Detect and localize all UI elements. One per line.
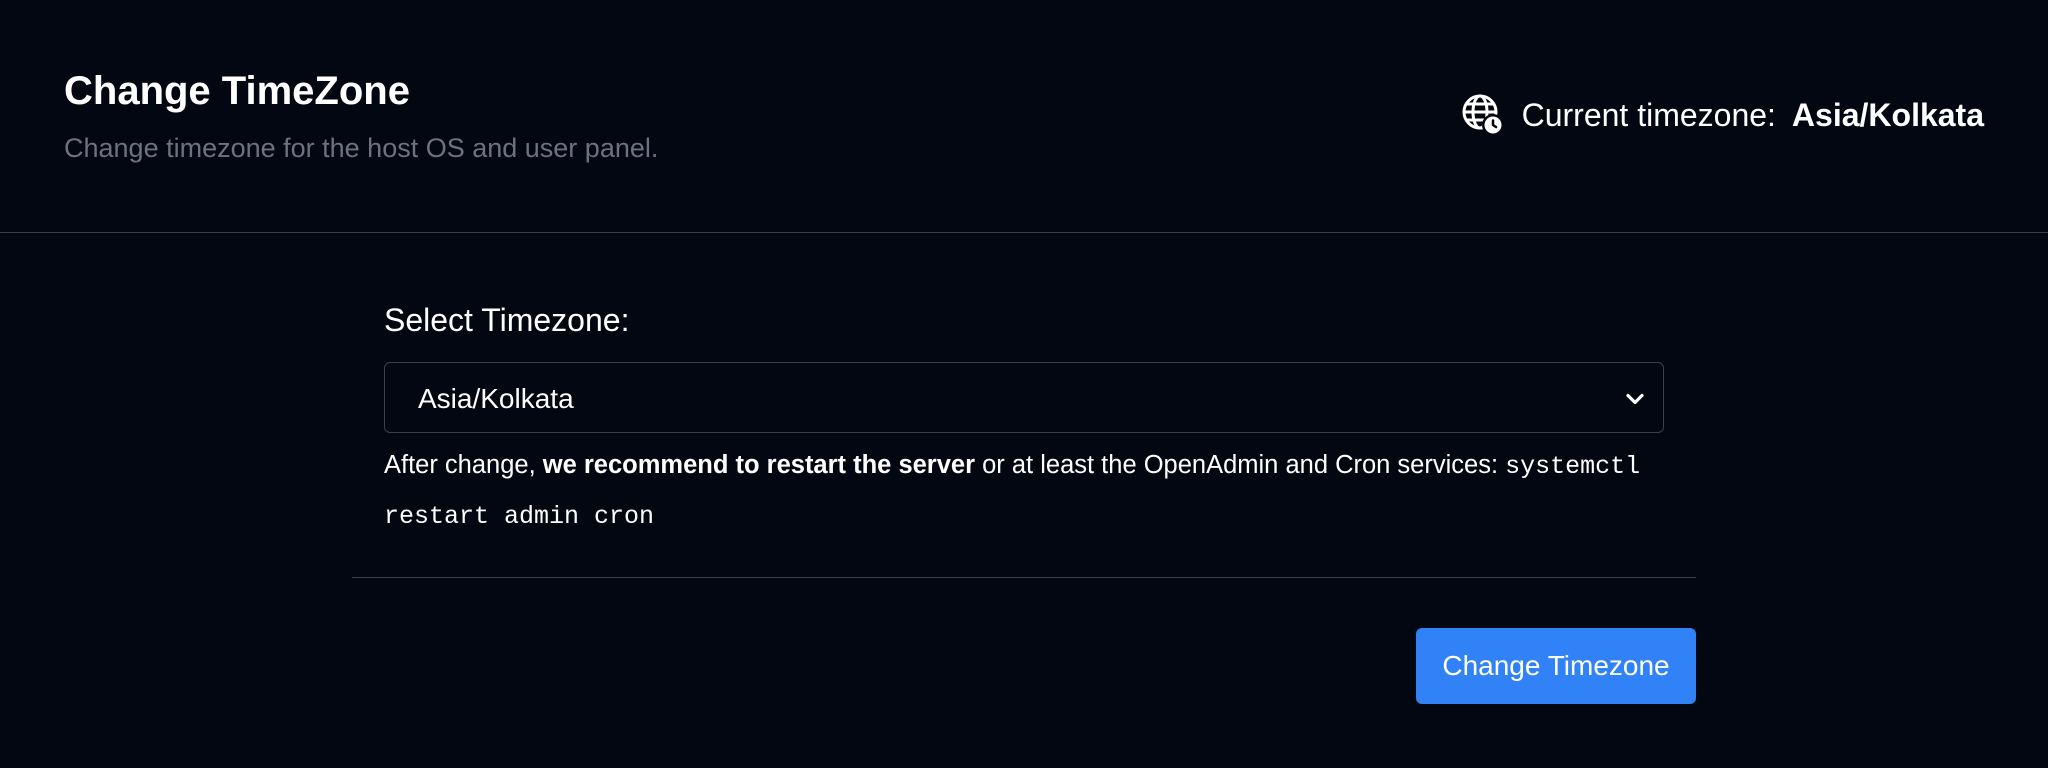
select-timezone-label: Select Timezone: — [384, 302, 630, 338]
timezone-form: Select Timezone: Asia/Kolkata After chan… — [352, 233, 1696, 768]
timezone-select[interactable]: Asia/Kolkata — [384, 362, 1664, 433]
page-title: Change TimeZone — [64, 69, 410, 113]
help-prefix: After change, — [384, 451, 543, 479]
help-middle: or at least the OpenAdmin and Cron servi… — [975, 451, 1506, 479]
globe-clock-icon — [1462, 94, 1504, 136]
page-header: Change TimeZone Change timezone for the … — [0, 0, 2048, 233]
timezone-page: Change TimeZone Change timezone for the … — [0, 0, 2048, 768]
form-divider — [352, 577, 1696, 578]
timezone-select-value: Asia/Kolkata — [418, 383, 574, 414]
chevron-down-icon — [1626, 393, 1644, 405]
page-subtitle: Change timezone for the host OS and user… — [64, 133, 659, 163]
change-timezone-button[interactable]: Change Timezone — [1416, 628, 1696, 704]
help-emphasis: we recommend to restart the server — [542, 451, 976, 479]
current-timezone-label: Current timezone: — [1521, 96, 1776, 133]
current-timezone-value: Asia/Kolkata — [1791, 96, 1984, 133]
restart-help-text: After change, we recommend to restart th… — [384, 441, 1684, 541]
current-timezone: Current timezone: Asia/Kolkata — [1461, 92, 1984, 138]
